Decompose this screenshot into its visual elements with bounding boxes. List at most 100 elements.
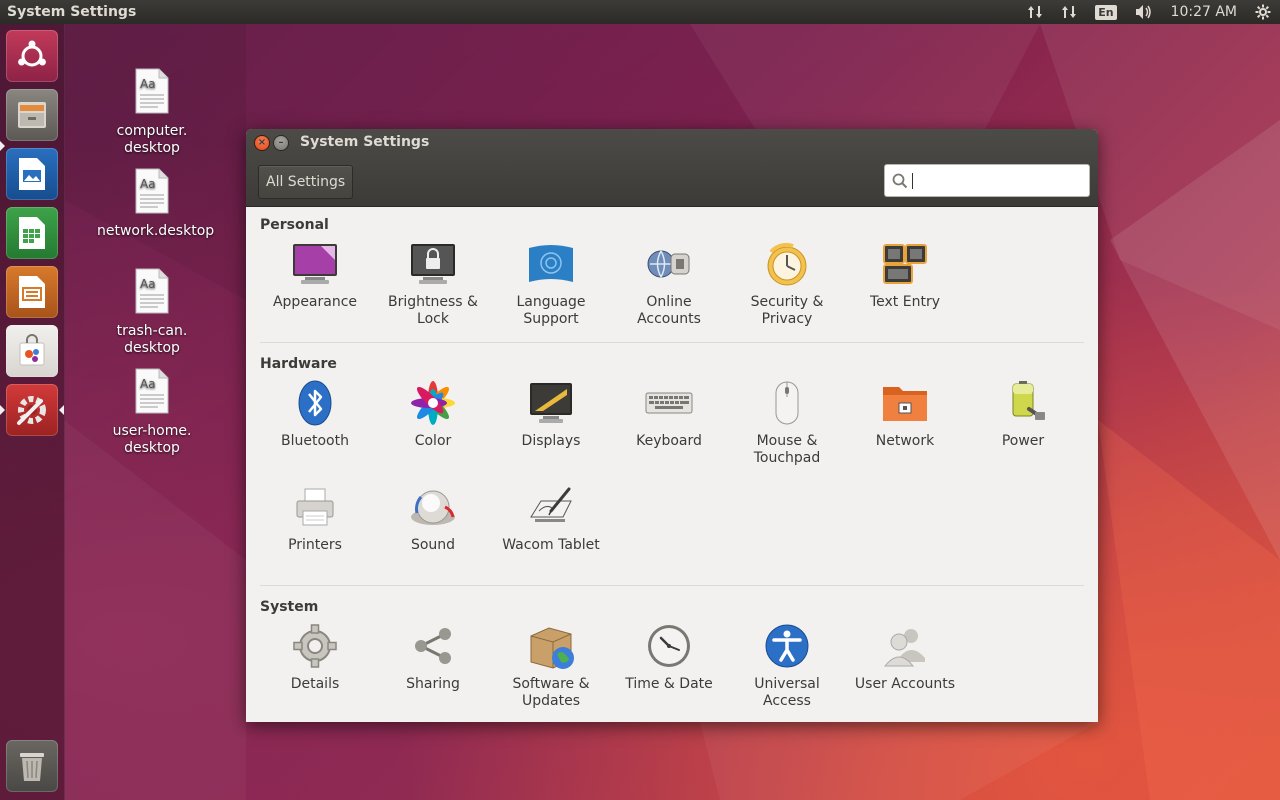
session-gear-icon[interactable]: [1246, 0, 1280, 24]
launcher-impress[interactable]: [6, 266, 58, 318]
mouse-icon: [775, 381, 799, 425]
desktop-file-label: network.desktop: [97, 223, 215, 239]
window-minimize-button[interactable]: –: [274, 136, 288, 150]
settings-item-label: Universal Access: [754, 676, 820, 709]
settings-item-network[interactable]: Network: [846, 379, 964, 450]
launcher-focused-indicator: [0, 405, 5, 415]
window-titlebar[interactable]: × – System Settings All Settings: [246, 129, 1098, 207]
close-icon: ×: [257, 137, 267, 148]
settings-item-label: Sound: [410, 537, 456, 553]
settings-item-printers[interactable]: Printers: [256, 483, 374, 554]
search-box[interactable]: [884, 164, 1090, 197]
network-folder-icon: [883, 387, 927, 421]
online-accounts-icon: [647, 250, 690, 278]
launcher: [0, 24, 65, 800]
settings-item-security-privacy[interactable]: Security & Privacy: [728, 240, 846, 328]
settings-item-brightness-lock[interactable]: Brightness & Lock: [374, 240, 492, 328]
security-privacy-icon: [767, 242, 807, 286]
settings-item-label: Wacom Tablet: [502, 537, 600, 553]
desktop-file-user-home[interactable]: Aa user-home. desktop: [97, 368, 207, 457]
launcher-calc[interactable]: [6, 207, 58, 259]
launcher-software-center[interactable]: [6, 325, 58, 377]
settings-item-label: Bluetooth: [281, 433, 349, 449]
clock[interactable]: 10:27 AM: [1162, 0, 1246, 24]
launcher-running-indicator: [0, 141, 5, 151]
trash-icon: [20, 753, 44, 781]
launcher-writer[interactable]: [6, 148, 58, 200]
settings-item-wacom-tablet[interactable]: Wacom Tablet: [492, 483, 610, 554]
share-icon: [415, 628, 451, 664]
svg-text:Aa: Aa: [140, 377, 156, 391]
search-input[interactable]: [911, 169, 1085, 194]
desktop-file-computer[interactable]: Aa computer. desktop: [97, 68, 207, 157]
settings-item-label: User Accounts: [854, 676, 956, 692]
ubuntu-logo-icon: [18, 40, 46, 67]
section-heading-personal: Personal: [260, 217, 329, 233]
network-indicator-2-icon[interactable]: [1052, 0, 1086, 24]
settings-item-sound[interactable]: Sound: [374, 483, 492, 554]
settings-item-time-date[interactable]: Time & Date: [610, 622, 728, 693]
settings-item-user-accounts[interactable]: User Accounts: [846, 622, 964, 693]
language-flag-icon: [529, 245, 573, 282]
settings-item-software-updates[interactable]: Software & Updates: [492, 622, 610, 710]
settings-item-online-accounts[interactable]: Online Accounts: [610, 240, 728, 328]
settings-item-sharing[interactable]: Sharing: [374, 622, 492, 693]
shopping-bag-icon: [19, 334, 45, 366]
brightness-lock-icon: [411, 244, 455, 284]
keyboard-icon: [645, 392, 693, 414]
settings-item-text-entry[interactable]: Text Entry: [846, 240, 964, 311]
settings-item-label: Software & Updates: [512, 676, 590, 709]
settings-item-details[interactable]: Details: [256, 622, 374, 693]
bluetooth-icon: [298, 380, 332, 426]
settings-item-bluetooth[interactable]: Bluetooth: [256, 379, 374, 450]
window-close-button[interactable]: ×: [255, 136, 269, 150]
software-updates-icon: [530, 627, 574, 669]
settings-item-mouse-touchpad[interactable]: Mouse & Touchpad: [728, 379, 846, 467]
settings-item-keyboard[interactable]: Keyboard: [610, 379, 728, 450]
settings-item-language-support[interactable]: Language Support: [492, 240, 610, 328]
launcher-system-settings[interactable]: [6, 384, 58, 436]
launcher-trash[interactable]: [6, 740, 58, 792]
settings-item-appearance[interactable]: Appearance: [256, 240, 374, 311]
text-document-icon: Aa: [135, 268, 169, 314]
settings-item-displays[interactable]: Displays: [492, 379, 610, 450]
network-indicator-icon[interactable]: [1018, 0, 1052, 24]
calc-spreadsheet-icon: [19, 217, 45, 249]
settings-item-label: Details: [290, 676, 340, 692]
settings-item-label: Displays: [521, 433, 581, 449]
minimize-icon: –: [278, 137, 284, 148]
volume-icon[interactable]: [1126, 0, 1162, 24]
settings-item-label: Time & Date: [625, 676, 713, 692]
settings-item-label: Text Entry: [869, 294, 940, 310]
text-document-icon: Aa: [135, 68, 169, 114]
settings-item-label: Sharing: [406, 676, 460, 692]
settings-item-label: Network: [875, 433, 935, 449]
settings-item-label: Online Accounts: [637, 294, 701, 327]
section-heading-system: System: [260, 599, 319, 615]
keyboard-language-indicator[interactable]: En: [1086, 0, 1125, 24]
settings-item-color[interactable]: Color: [374, 379, 492, 450]
svg-text:Aa: Aa: [140, 277, 156, 291]
all-settings-button[interactable]: All Settings: [258, 165, 354, 199]
text-document-icon: Aa: [135, 168, 169, 214]
settings-item-label: Language Support: [516, 294, 586, 327]
window-title: System Settings: [300, 134, 430, 150]
desktop-file-label: computer. desktop: [116, 123, 188, 156]
indicator-area: En 10:27 AM: [1018, 0, 1280, 24]
top-panel-app-title: System Settings: [7, 4, 137, 20]
power-battery-icon: [1012, 381, 1045, 420]
user-accounts-icon: [883, 629, 925, 667]
search-icon: [892, 173, 908, 189]
text-entry-icon: [883, 244, 927, 284]
launcher-dash-home[interactable]: [6, 30, 58, 82]
system-settings-window: × – System Settings All Settings Persona…: [246, 129, 1098, 722]
settings-item-label: Color: [414, 433, 452, 449]
settings-item-label: Brightness & Lock: [388, 294, 478, 327]
clock-icon: [648, 625, 690, 667]
settings-item-power[interactable]: Power: [964, 379, 1082, 450]
launcher-files[interactable]: [6, 89, 58, 141]
settings-item-universal-access[interactable]: Universal Access: [728, 622, 846, 710]
desktop-file-network[interactable]: Aa network.desktop: [97, 168, 215, 240]
desktop-file-trash-can[interactable]: Aa trash-can. desktop: [97, 268, 207, 357]
appearance-icon: [293, 244, 337, 284]
